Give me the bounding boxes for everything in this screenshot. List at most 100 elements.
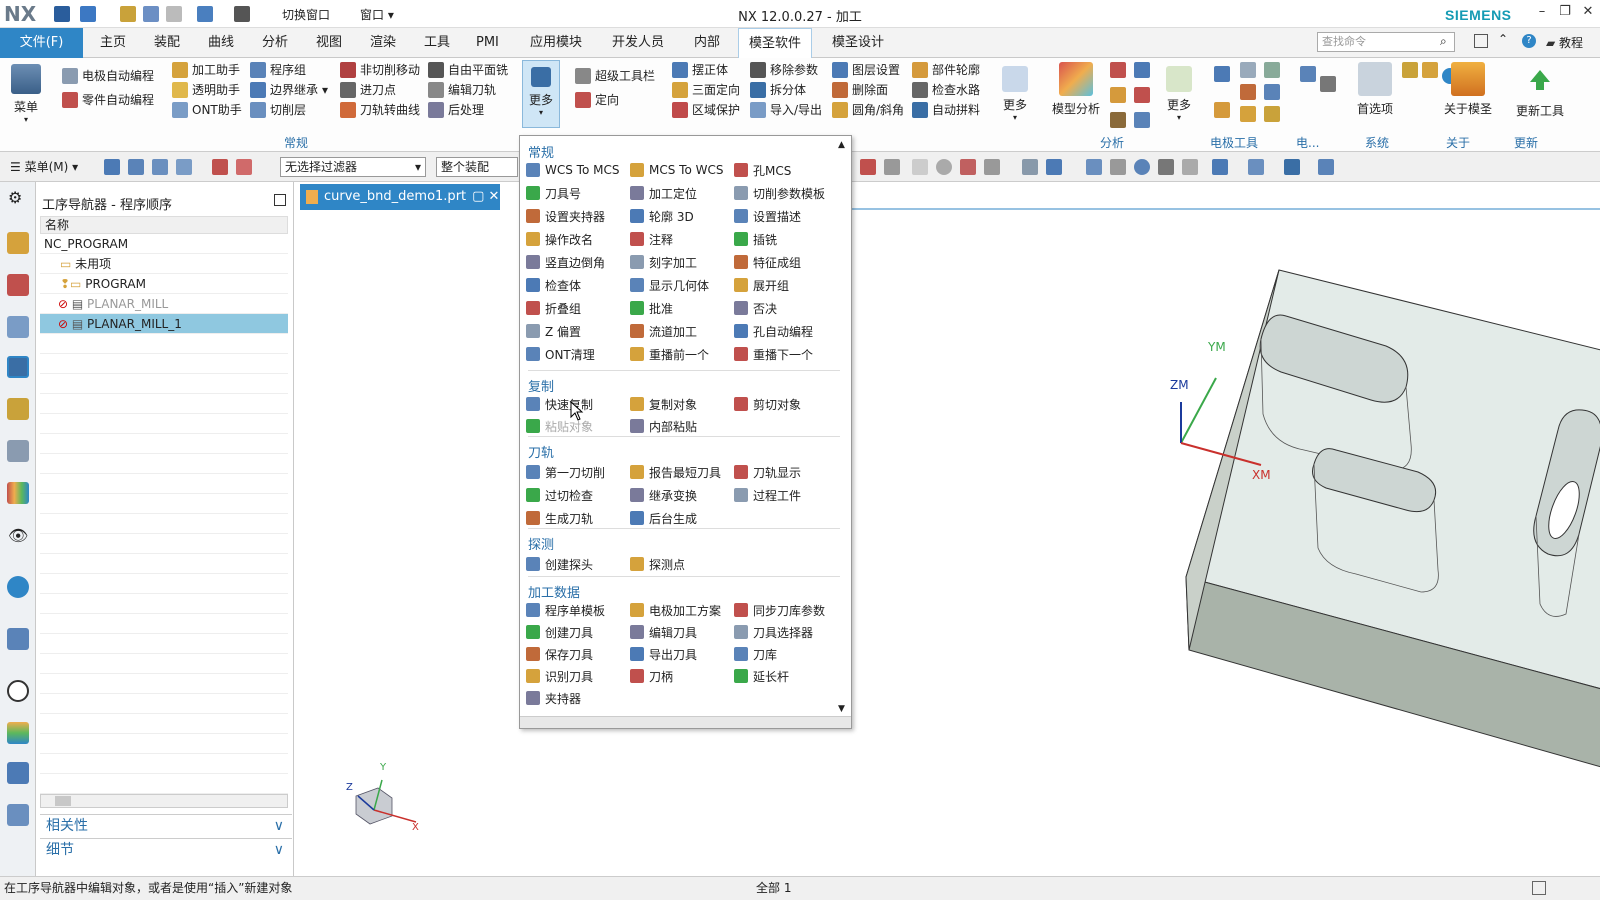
search-icon[interactable]: ⌕ <box>1440 34 1447 49</box>
boundary-inherit-button[interactable]: 边界继承 ▾ <box>250 80 328 100</box>
tab-mosheng-design[interactable]: 模圣设计 <box>822 28 894 58</box>
electrode-tool-icon-7[interactable] <box>1240 106 1256 122</box>
dropdown-item-data-0-0[interactable]: 程序单模板 <box>526 600 605 620</box>
snap-icon-1[interactable] <box>860 159 876 175</box>
dropdown-item-common-0-1[interactable]: MCS To WCS <box>630 160 723 180</box>
scroll-thumb[interactable] <box>55 796 71 806</box>
machining-assistant-button[interactable]: 加工助手 <box>172 60 242 80</box>
cut-level-button[interactable]: 切削层 <box>250 100 328 120</box>
dropdown-item-copy-1-1[interactable]: 内部粘贴 <box>630 416 697 436</box>
preferences-button[interactable]: 首选项 <box>1350 62 1400 117</box>
select-icon-4[interactable] <box>176 159 192 175</box>
dropdown-item-copy-0-2[interactable]: 剪切对象 <box>734 394 801 414</box>
e-tool-icon-1[interactable] <box>1300 66 1316 82</box>
draft-icon[interactable] <box>1134 112 1150 128</box>
selection-filter-select[interactable]: 无选择过滤器 ▾ <box>280 157 426 177</box>
scroll-down-arrow[interactable]: ▼ <box>838 704 845 714</box>
dropdown-item-data-4-0[interactable]: 夹持器 <box>526 688 581 708</box>
details-pane-header[interactable]: 细节 ∨ <box>40 838 292 860</box>
snap-icon-4[interactable] <box>936 159 952 175</box>
dropdown-item-data-1-2[interactable]: 刀具选择器 <box>734 622 813 642</box>
dropdown-item-common-8-0[interactable]: ONT清理 <box>526 344 595 364</box>
dropdown-item-toolpath-1-2[interactable]: 过程工件 <box>734 485 801 505</box>
dropdown-item-common-8-2[interactable]: 重播下一个 <box>734 344 813 364</box>
dropdown-item-common-0-0[interactable]: WCS To MCS <box>526 160 619 180</box>
column-header-name[interactable]: 名称 <box>40 216 288 234</box>
view-icon-2[interactable] <box>1046 159 1062 175</box>
dropdown-item-data-1-0[interactable]: 创建刀具 <box>526 622 593 642</box>
free-plane-mill-button[interactable]: 自由平面铣 <box>428 60 508 80</box>
electrode-tool-icon-8[interactable] <box>1264 106 1280 122</box>
file-menu-tab[interactable]: 文件(F) <box>0 28 83 58</box>
area-protect-button[interactable]: 区域保护 <box>672 100 740 120</box>
dropdown-item-toolpath-2-1[interactable]: 后台生成 <box>630 508 697 528</box>
dropdown-item-common-3-1[interactable]: 注释 <box>630 229 673 249</box>
dropdown-item-data-0-1[interactable]: 电极加工方案 <box>630 600 721 620</box>
close-icon[interactable]: ✕ <box>1578 4 1598 22</box>
tutorial-button[interactable]: ▰ 教程 <box>1546 34 1583 51</box>
electrode-tool-icon-5[interactable] <box>1264 84 1280 100</box>
tree-row-program[interactable]: ❢▭ PROGRAM <box>40 274 288 294</box>
dropdown-item-common-0-2[interactable]: 孔MCS <box>734 160 791 180</box>
window-layout-icon[interactable] <box>1474 34 1488 48</box>
dropdown-item-copy-0-1[interactable]: 复制对象 <box>630 394 697 414</box>
three-face-orient-button[interactable]: 三面定向 <box>672 80 740 100</box>
system-icon-1[interactable] <box>1402 62 1418 78</box>
tree-row-planar-mill[interactable]: ⊘ ▤ PLANAR_MILL <box>40 294 288 314</box>
snap-icon-6[interactable] <box>984 159 1000 175</box>
super-toolbar-button[interactable]: 超级工具栏 <box>575 66 655 86</box>
split-body-button[interactable]: 拆分体 <box>750 80 822 100</box>
select-icon-6[interactable] <box>236 159 252 175</box>
non-cutting-move-button[interactable]: 非切削移动 <box>340 60 420 80</box>
dropdown-item-data-2-0[interactable]: 保存刀具 <box>526 644 593 664</box>
align-body-button[interactable]: 摆正体 <box>672 60 740 80</box>
view-icon-6[interactable] <box>1182 159 1198 175</box>
view-icon-1[interactable] <box>1022 159 1038 175</box>
dropdown-item-common-8-1[interactable]: 重播前一个 <box>630 344 709 364</box>
dropdown-item-data-2-1[interactable]: 导出刀具 <box>630 644 697 664</box>
document-tab[interactable]: curve_bnd_demo1.prt ▢ ✕ <box>300 184 500 210</box>
dropdown-item-data-3-1[interactable]: 刀柄 <box>630 666 673 686</box>
view-icon-3[interactable] <box>1086 159 1102 175</box>
select-icon-5[interactable] <box>212 159 228 175</box>
restore-icon[interactable]: ❐ <box>1555 4 1575 22</box>
view-icon-7[interactable] <box>1248 159 1264 175</box>
update-tool-button[interactable]: 更新工具 <box>1508 62 1572 119</box>
dropdown-item-common-6-2[interactable]: 否决 <box>734 298 777 318</box>
post-process-button[interactable]: 后处理 <box>428 100 508 120</box>
measure-icon[interactable] <box>1110 87 1126 103</box>
tree-row-planar-mill-1[interactable]: ⊘ ▤ PLANAR_MILL_1 <box>40 314 288 334</box>
dropdown-item-toolpath-0-1[interactable]: 报告最短刀具 <box>630 462 721 482</box>
orient-button[interactable]: 定向 <box>575 90 655 110</box>
rotate-icon[interactable] <box>1134 159 1150 175</box>
main-menu-button[interactable]: ☰ 菜单(M) ▾ <box>10 158 78 175</box>
info-circle-icon[interactable] <box>7 576 29 598</box>
command-search-input[interactable]: 查找命令 <box>1317 32 1455 52</box>
dropdown-item-common-5-1[interactable]: 显示几何体 <box>630 275 709 295</box>
dropdown-item-common-3-0[interactable]: 操作改名 <box>526 229 593 249</box>
toolpath-tool-icon[interactable] <box>7 762 29 784</box>
part-navigator-icon[interactable] <box>7 316 29 338</box>
graphics-window[interactable]: YM ZM XM Y X Z <box>296 182 1600 876</box>
tree-row-nc-program[interactable]: NC_PROGRAM <box>40 234 288 254</box>
operation-navigator-icon[interactable] <box>7 356 29 378</box>
navigator-horizontal-scrollbar[interactable] <box>40 794 288 808</box>
menu-button[interactable]: 菜单 ▾ <box>6 64 46 124</box>
history-clock-icon[interactable] <box>7 680 29 702</box>
dropdown-item-data-0-2[interactable]: 同步刀库参数 <box>734 600 825 620</box>
machine-navigator-icon[interactable] <box>7 398 29 420</box>
transparent-assistant-button[interactable]: 透明助手 <box>172 80 242 100</box>
check-waterway-button[interactable]: 检查水路 <box>912 80 980 100</box>
model-analysis-button[interactable]: 模型分析 <box>1046 62 1106 117</box>
part-outline-button[interactable]: 部件轮廓 <box>912 60 980 80</box>
scroll-up-arrow[interactable]: ▲ <box>838 140 845 150</box>
dropdown-item-toolpath-0-2[interactable]: 刀轨显示 <box>734 462 801 482</box>
tab-tools[interactable]: 工具 <box>414 28 460 58</box>
layer-settings-button[interactable]: 图层设置 <box>832 60 904 80</box>
render-style-icon[interactable] <box>1212 159 1228 175</box>
relevance-pane-header[interactable]: 相关性 ∨ <box>40 814 292 836</box>
dropdown-item-common-5-0[interactable]: 检查体 <box>526 275 581 295</box>
clearance-icon[interactable] <box>1134 62 1150 78</box>
roles-icon[interactable] <box>7 482 29 504</box>
web-browser-icon[interactable] <box>7 628 29 650</box>
